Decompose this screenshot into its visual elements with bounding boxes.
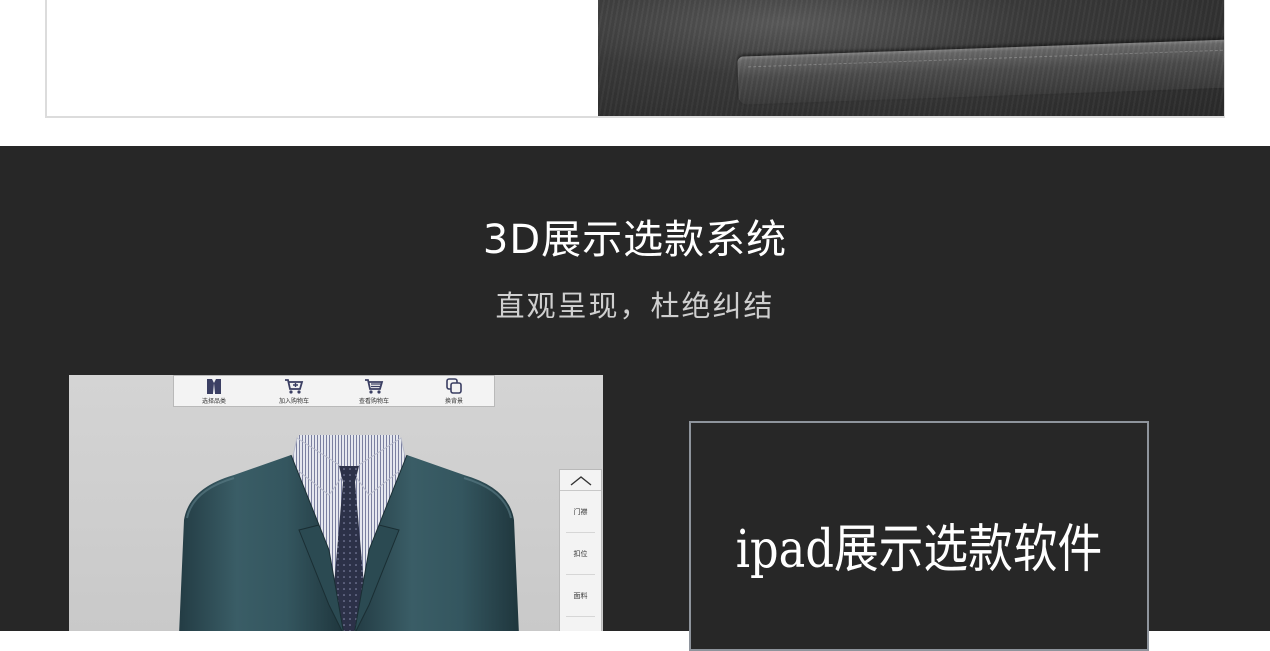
add-to-cart-button[interactable]: 加入购物车 (259, 376, 329, 406)
view-cart-button[interactable]: 查看购物车 (339, 376, 409, 406)
app-toolbar: 选择品类 加入购物车 查看购物车 换背景 (173, 375, 495, 407)
suit-3d-preview[interactable] (179, 430, 519, 631)
cart-view-icon (364, 378, 384, 395)
add-to-cart-label: 加入购物车 (278, 397, 309, 405)
change-background-label: 换背景 (444, 397, 463, 405)
side-menu-item-more[interactable]: … (566, 617, 595, 631)
pocket-seam (748, 49, 1224, 68)
cart-add-icon (284, 378, 304, 395)
pocket-flap (737, 39, 1224, 105)
side-menu-scroll-up[interactable] (560, 470, 601, 491)
background-swap-icon (444, 377, 464, 395)
suit-fabric-detail-photo (598, 0, 1224, 116)
caption-text: ipad展示选款软件 (735, 520, 1103, 580)
select-category-label: 选择品类 (201, 397, 226, 405)
view-cart-label: 查看购物车 (358, 397, 389, 405)
suit-icon (204, 378, 224, 395)
top-section (0, 0, 1270, 146)
section-subtitle: 直观呈现，杜绝纠结 (495, 289, 775, 323)
change-background-button[interactable]: 换背景 (419, 376, 489, 406)
chevron-up-icon (569, 471, 593, 490)
section-title: 3D展示选款系统 (482, 217, 788, 263)
caption-frame: ipad展示选款软件 (689, 421, 1149, 651)
select-category-button[interactable]: 选择品类 (179, 376, 249, 406)
side-menu-item-fabric[interactable]: 面料 (566, 575, 595, 617)
side-menu-item-buttons[interactable]: 扣位 (566, 533, 595, 575)
customization-side-menu: 门襟 扣位 面料 … (559, 469, 602, 631)
side-menu-item-placket[interactable]: 门襟 (566, 491, 595, 533)
ipad-app-screen: 选择品类 加入购物车 查看购物车 换背景 门襟 扣位 面料 (69, 375, 603, 631)
